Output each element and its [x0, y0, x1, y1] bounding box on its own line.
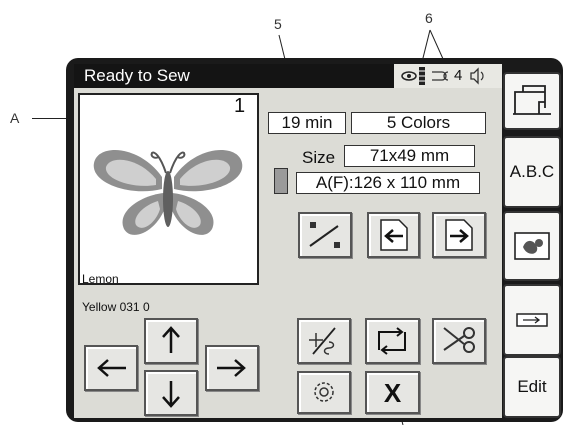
- embroidery-design-icon: [514, 232, 550, 260]
- thread-color-name-line1: Lemon: [82, 272, 119, 286]
- color-count: 5 Colors: [351, 112, 486, 134]
- tab-abc[interactable]: A.B.C: [503, 136, 561, 208]
- bobbin-icon: [419, 67, 425, 85]
- rotate-button[interactable]: [365, 318, 420, 364]
- arrow-left-icon: [97, 359, 126, 377]
- rotate-icon: [378, 327, 406, 355]
- design-preview: [78, 93, 259, 285]
- page-back-icon: [380, 219, 408, 251]
- page-back-button[interactable]: [367, 212, 420, 258]
- sewing-time: 19 min: [268, 112, 346, 134]
- color-change-button[interactable]: [298, 212, 352, 258]
- tab-usb[interactable]: [503, 284, 561, 356]
- trace-icon: [309, 327, 336, 355]
- status-icons: [401, 67, 484, 85]
- hoop-icon: [274, 168, 288, 194]
- color-change-icon: [309, 222, 340, 248]
- sewing-machine-icon: [513, 85, 551, 115]
- jog-right-button[interactable]: [205, 345, 259, 391]
- trace-button[interactable]: [297, 318, 351, 364]
- presser-foot-code: 4: [454, 67, 463, 84]
- butterfly-body: [163, 171, 173, 227]
- thread-cutter-button[interactable]: [432, 318, 486, 364]
- page-forward-icon: [445, 219, 473, 251]
- settings-button[interactable]: [297, 371, 351, 414]
- speaker-icon: [470, 67, 484, 85]
- scissors-icon: [443, 327, 475, 353]
- tab-edit[interactable]: Edit: [503, 356, 561, 418]
- cancel-button[interactable]: X: [365, 371, 420, 414]
- arrow-right-icon: [217, 359, 246, 377]
- jog-up-button[interactable]: [144, 318, 198, 364]
- eye-thread-icon: [401, 71, 417, 81]
- tab-designs[interactable]: [503, 211, 561, 281]
- thread-color-name-line2: Yellow 031 0: [82, 300, 150, 314]
- status-bar: 4: [394, 64, 502, 88]
- jog-down-button[interactable]: [144, 370, 198, 416]
- butterfly-left-lower-wing: [122, 193, 166, 235]
- size-label: Size: [302, 148, 336, 167]
- butterfly-right-lower-wing: [170, 193, 214, 235]
- cancel-label: X: [383, 378, 402, 408]
- screen-title: Ready to Sew: [74, 64, 394, 88]
- jog-left-button[interactable]: [84, 345, 138, 391]
- usb-icon: [516, 313, 548, 327]
- design-number: 1: [234, 95, 246, 117]
- butterfly-design: [93, 150, 243, 235]
- tab-machine-settings[interactable]: [503, 72, 561, 130]
- page-forward-button[interactable]: [432, 212, 486, 258]
- butterfly-antennae: [150, 151, 186, 174]
- gear-icon: [314, 382, 334, 402]
- design-size: 71x49 mm: [344, 145, 475, 167]
- arrow-up-icon: [162, 326, 180, 353]
- thread-color-name: Lemon Yellow 031 0: [82, 258, 150, 328]
- arrow-down-icon: [162, 381, 180, 408]
- hoop-size: A(F):126 x 110 mm: [296, 172, 480, 194]
